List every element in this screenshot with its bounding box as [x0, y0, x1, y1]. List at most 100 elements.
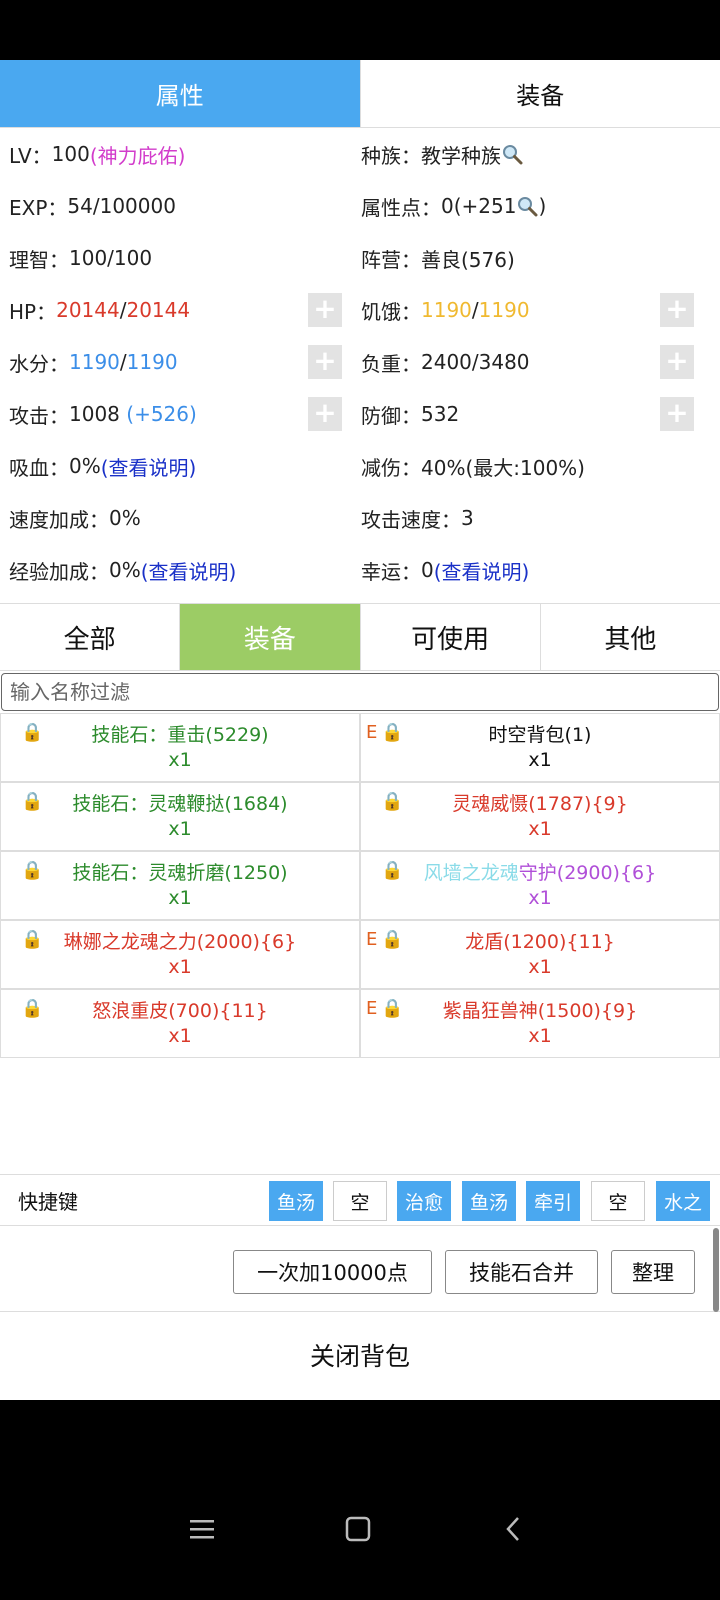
luck-help-link[interactable]: (查看说明)	[434, 556, 530, 585]
list-item[interactable]: 🔒 技能石：灵魂折磨(1250) x1	[0, 851, 360, 920]
item-name: 怒浪重皮(700){11}	[92, 1000, 268, 1022]
item-name-part: 风墙之龙魂	[423, 862, 519, 884]
filter-input[interactable]	[1, 673, 719, 711]
stat-separator: /	[119, 350, 127, 374]
stat-label: 减伤：	[361, 455, 421, 480]
hp-plus-button[interactable]: +	[308, 293, 342, 327]
hunger-max: 1190	[478, 298, 530, 322]
quick-slot-6[interactable]: 空	[591, 1181, 645, 1221]
action-bar: 一次加10000点 技能石合并 整理	[0, 1226, 720, 1312]
stat-value: 教学种族	[421, 143, 501, 168]
quick-slot-7[interactable]: 水之	[656, 1181, 710, 1221]
hp-max: 20144	[126, 298, 191, 322]
stat-value: 3	[461, 506, 474, 530]
list-item[interactable]: 🔒 技能石：灵魂鞭挞(1684) x1	[0, 782, 360, 851]
stat-load: 负重： 2400/3480	[361, 336, 530, 388]
tab-attributes[interactable]: 属性	[0, 60, 360, 127]
lifesteal-help-link[interactable]: (查看说明)	[101, 452, 197, 481]
lock-icon[interactable]: 🔒	[381, 998, 403, 1019]
tab-all[interactable]: 全部	[0, 604, 179, 670]
lock-icon[interactable]: 🔒	[21, 722, 43, 743]
defense-plus-button[interactable]: +	[660, 397, 694, 431]
quickbar-label: 快捷键	[18, 1189, 78, 1214]
stat-value: 40%(最大:100%)	[421, 455, 585, 480]
tab-other[interactable]: 其他	[539, 604, 720, 670]
item-quantity: x1	[168, 956, 192, 978]
back-icon[interactable]	[500, 1515, 528, 1547]
list-item[interactable]: E 🔒 紫晶狂兽神(1500){9} x1	[360, 989, 720, 1058]
lock-icon[interactable]: 🔒	[381, 860, 403, 881]
list-item[interactable]: 🔒 风墙之龙魂守护(2900){6} x1	[360, 851, 720, 920]
water-current: 1190	[69, 350, 120, 374]
hunger-plus-button[interactable]: +	[660, 293, 694, 327]
quickbar: 快捷键 鱼汤 空 治愈 鱼汤 牵引 空 水之	[0, 1174, 720, 1226]
stat-label: 属性点：	[361, 195, 441, 220]
stat-label: LV：	[9, 143, 52, 168]
lock-icon[interactable]: 🔒	[381, 722, 403, 743]
close-bag-button[interactable]: 关闭背包	[0, 1312, 720, 1398]
quick-slot-3[interactable]: 治愈	[397, 1181, 451, 1221]
item-quantity: x1	[528, 749, 552, 771]
lock-icon[interactable]: 🔒	[381, 791, 403, 812]
quick-slot-2[interactable]: 空	[333, 1181, 387, 1221]
stat-separator: /	[119, 298, 127, 322]
stat-attack-speed: 攻击速度： 3	[361, 492, 474, 544]
magnifier-icon[interactable]	[501, 143, 523, 165]
exp-bonus-help-link[interactable]: (查看说明)	[141, 556, 237, 585]
quick-slot-5[interactable]: 牵引	[526, 1181, 580, 1221]
equipped-marker: E	[366, 929, 378, 950]
item-grid: 🔒 技能石：重击(5229) x1 E 🔒 时空背包(1) x1 🔒 技能石：灵…	[0, 713, 720, 1058]
stat-value: 54/100000	[67, 194, 176, 218]
list-item[interactable]: 🔒 技能石：重击(5229) x1	[0, 713, 360, 782]
lock-icon[interactable]: 🔒	[21, 929, 43, 950]
stat-label: HP：	[9, 299, 57, 324]
stat-hunger: 饥饿： 1190 / 1190	[361, 284, 530, 336]
merge-skill-stones-button[interactable]: 技能石合并	[445, 1250, 598, 1294]
stat-attribute-points: 属性点： 0(+251 )	[361, 180, 546, 232]
menu-icon[interactable]	[188, 1515, 216, 1547]
stat-row: 吸血： 0% (查看说明) 减伤： 40%(最大:100%)	[0, 440, 720, 492]
lock-icon[interactable]: 🔒	[21, 860, 43, 881]
tab-equipment[interactable]: 装备	[359, 60, 720, 127]
stat-label: 阵营：	[361, 247, 421, 272]
tab-equipment-items[interactable]: 装备	[179, 604, 360, 670]
attack-plus-button[interactable]: +	[308, 397, 342, 431]
attack-bonus: (+526)	[126, 402, 197, 426]
stat-lifesteal: 吸血： 0% (查看说明)	[9, 440, 196, 492]
list-item[interactable]: 🔒 灵魂威慑(1787){9} x1	[360, 782, 720, 851]
sort-button[interactable]: 整理	[611, 1250, 695, 1294]
tab-usable[interactable]: 可使用	[359, 604, 540, 670]
list-item[interactable]: E 🔒 时空背包(1) x1	[360, 713, 720, 782]
magnifier-icon[interactable]	[516, 195, 538, 217]
stat-attack: 攻击： 1008 (+526)	[9, 388, 197, 440]
item-quantity: x1	[528, 956, 552, 978]
home-icon[interactable]	[344, 1515, 372, 1547]
list-item[interactable]: 🔒 怒浪重皮(700){11} x1	[0, 989, 360, 1058]
item-name: 风墙之龙魂守护(2900){6}	[361, 860, 719, 886]
stat-label: 速度加成：	[9, 507, 109, 532]
water-plus-button[interactable]: +	[308, 345, 342, 379]
stat-label: EXP：	[9, 195, 68, 220]
list-item[interactable]: E 🔒 龙盾(1200){11} x1	[360, 920, 720, 989]
list-item[interactable]: 🔒 琳娜之龙魂之力(2000){6} x1	[0, 920, 360, 989]
lock-icon[interactable]: 🔒	[21, 998, 43, 1019]
stat-value: 532	[421, 402, 460, 426]
item-quantity: x1	[168, 749, 192, 771]
item-quantity: x1	[528, 887, 552, 909]
stat-luck: 幸运： 0 (查看说明)	[361, 544, 529, 596]
stat-label: 经验加成：	[9, 559, 109, 584]
blessing-text: (神力庇佑)	[89, 143, 186, 168]
stat-camp: 阵营： 善良(576)	[361, 232, 515, 284]
equipped-marker: E	[366, 998, 378, 1019]
quick-slot-4[interactable]: 鱼汤	[462, 1181, 516, 1221]
lock-icon[interactable]: 🔒	[21, 791, 43, 812]
stat-hp: HP： 20144 / 20144	[9, 284, 190, 336]
scrollbar[interactable]	[713, 1228, 719, 1312]
stat-row: 经验加成： 0% (查看说明) 幸运： 0 (查看说明)	[0, 544, 720, 596]
add-points-button[interactable]: 一次加10000点	[233, 1250, 432, 1294]
load-plus-button[interactable]: +	[660, 345, 694, 379]
quick-slot-1[interactable]: 鱼汤	[269, 1181, 323, 1221]
lock-icon[interactable]: 🔒	[381, 929, 403, 950]
stat-value: 0(+251	[441, 194, 517, 218]
stat-value: 1008	[69, 402, 127, 426]
